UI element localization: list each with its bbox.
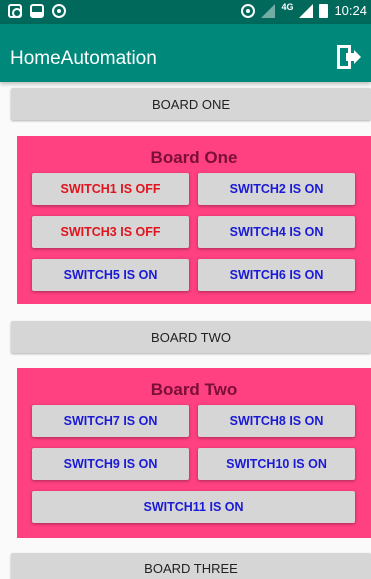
board-two-title: Board Two xyxy=(150,380,238,399)
status-system: 4G 10:24 xyxy=(241,1,367,18)
switch4-button[interactable]: SWITCH4 IS ON xyxy=(198,216,355,248)
switch8-button[interactable]: SWITCH8 IS ON xyxy=(198,405,355,437)
board-two-button[interactable]: BOARD TWO xyxy=(11,321,371,353)
switch3-button[interactable]: SWITCH3 IS OFF xyxy=(32,216,189,248)
instagram-icon xyxy=(8,4,22,18)
camera-icon xyxy=(52,4,66,18)
switch6-button[interactable]: SWITCH6 IS ON xyxy=(198,259,355,291)
switch11-button[interactable]: SWITCH11 IS ON xyxy=(32,491,355,523)
switch10-button[interactable]: SWITCH10 IS ON xyxy=(198,448,355,480)
cell-signal-icon xyxy=(299,3,314,18)
board-two-panel: Board Two SWITCH7 IS ON SWITCH8 IS ON SW… xyxy=(17,368,371,538)
app-bar: HomeAutomation xyxy=(0,24,371,82)
board-three-button[interactable]: BOARD THREE xyxy=(11,553,371,579)
clock: 10:24 xyxy=(334,3,367,18)
hotspot-icon xyxy=(241,3,256,18)
image-icon xyxy=(30,4,44,18)
wifi-signal-icon xyxy=(261,3,276,18)
switch1-button[interactable]: SWITCH1 IS OFF xyxy=(32,173,189,205)
app-title: HomeAutomation xyxy=(10,48,157,69)
board-one-button[interactable]: BOARD ONE xyxy=(11,88,371,120)
switch5-button[interactable]: SWITCH5 IS ON xyxy=(32,259,189,291)
logout-icon[interactable] xyxy=(337,45,361,69)
board-one-title: Board One xyxy=(150,148,238,167)
battery-icon xyxy=(319,3,329,18)
status-bar: 4G 10:24 xyxy=(0,0,371,24)
network-type: 4G xyxy=(281,1,294,12)
switch7-button[interactable]: SWITCH7 IS ON xyxy=(32,405,189,437)
status-notifications xyxy=(8,4,66,18)
switch2-button[interactable]: SWITCH2 IS ON xyxy=(198,173,355,205)
switch9-button[interactable]: SWITCH9 IS ON xyxy=(32,448,189,480)
board-one-panel: Board One SWITCH1 IS OFF SWITCH2 IS ON S… xyxy=(17,136,371,304)
